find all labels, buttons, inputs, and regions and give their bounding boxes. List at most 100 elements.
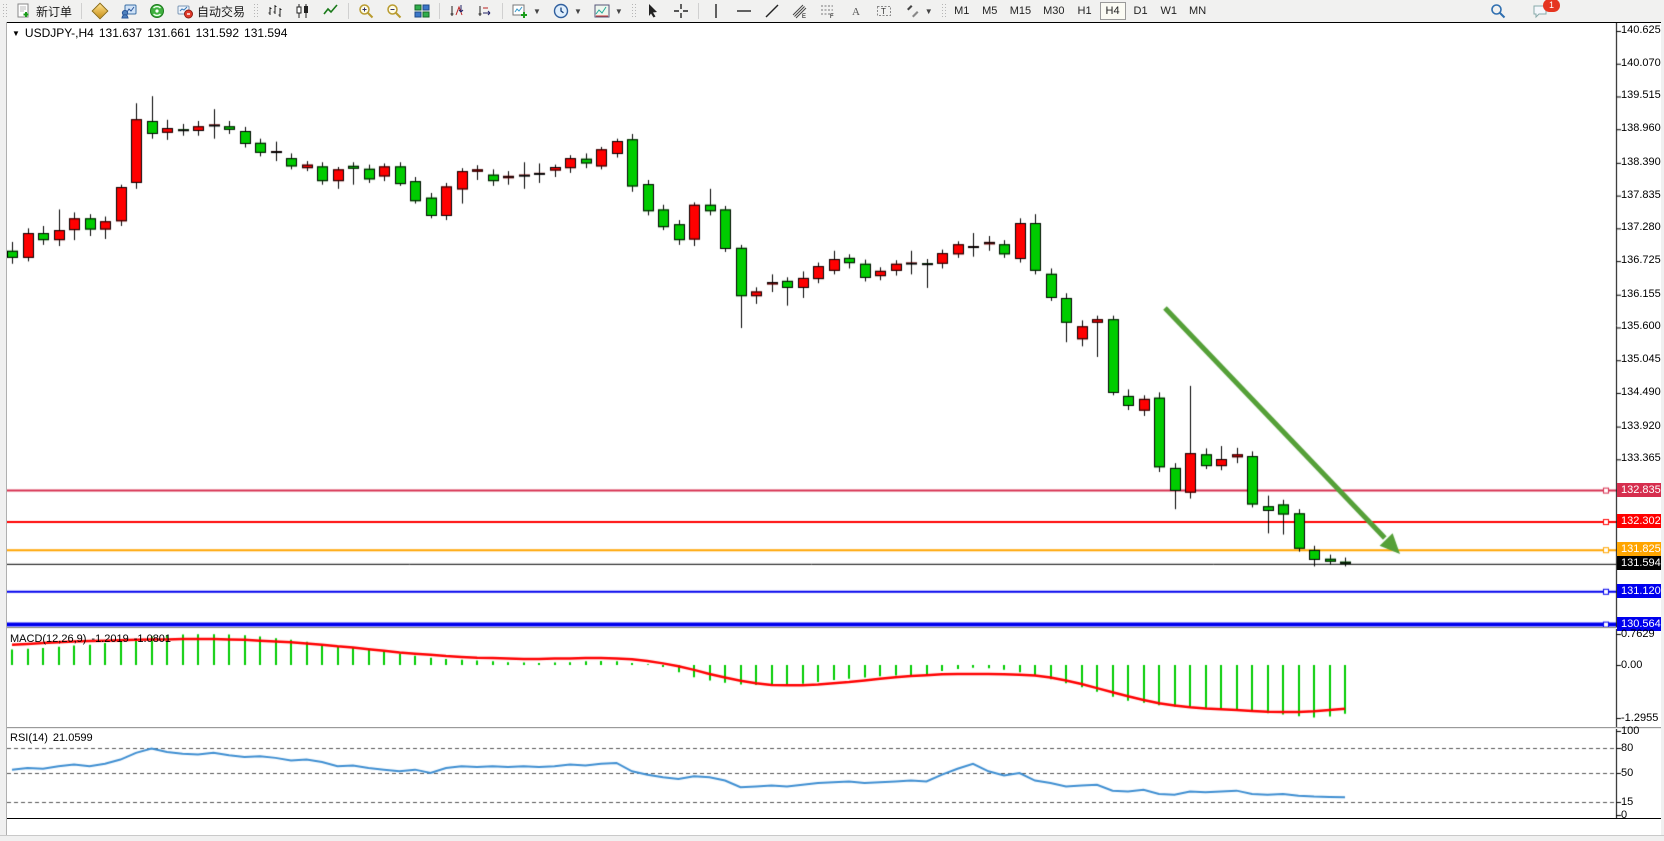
horizontal-line-tool[interactable]	[730, 1, 758, 21]
svg-text:A: A	[852, 6, 860, 18]
crosshair-icon	[673, 3, 689, 19]
trendline-tool[interactable]	[758, 1, 786, 21]
toolbar-right: 1	[1484, 0, 1554, 22]
line-chart-button[interactable]	[317, 1, 345, 21]
collapse-triangle-icon[interactable]: ▼	[12, 29, 20, 38]
new-chart-button[interactable]: ▼	[506, 1, 547, 21]
svg-text:T: T	[881, 7, 886, 16]
search-button[interactable]	[1484, 1, 1512, 21]
vertical-line-tool[interactable]	[702, 1, 730, 21]
arrange-vertical-button[interactable]	[443, 1, 471, 21]
chevron-down-icon: ▼	[574, 7, 582, 16]
main-price-chart[interactable]	[0, 22, 1664, 628]
equidistant-channel-icon: E	[792, 3, 808, 19]
arrows-tool[interactable]: ▼	[898, 1, 939, 21]
symbol-period: USDJPY-,H4	[25, 26, 94, 40]
text-label-icon: T	[876, 3, 892, 19]
new-chart-icon	[512, 3, 528, 19]
timeframe-mn[interactable]: MN	[1184, 2, 1211, 20]
time-axis-line	[0, 818, 1664, 819]
price-axis-tick: 136.725	[1621, 254, 1663, 266]
timeframe-w1[interactable]: W1	[1156, 2, 1183, 20]
navigator-button[interactable]	[143, 1, 171, 21]
price-axis-tick: 137.280	[1621, 221, 1663, 233]
chart-title: ▼ USDJPY-,H4 131.637 131.661 131.592 131…	[12, 26, 287, 40]
data-window-icon	[121, 3, 137, 19]
rsi-axis-tick: 50	[1621, 767, 1663, 779]
text-label-tool[interactable]: T	[870, 1, 898, 21]
rsi-axis-tick: 15	[1621, 796, 1663, 808]
timeframe-m1[interactable]: M1	[949, 2, 975, 20]
macd-axis-tick: -1.2955	[1621, 712, 1663, 724]
mt4-application: 新订单 自动交易	[0, 0, 1664, 841]
auto-trading-label: 自动交易	[197, 3, 245, 20]
arrange-vertical-icon	[449, 3, 465, 19]
new-order-label: 新订单	[36, 3, 72, 20]
bar-chart-button[interactable]	[261, 1, 289, 21]
macd-indicator-chart[interactable]	[0, 629, 1664, 727]
timeframe-h1[interactable]: H1	[1072, 2, 1098, 20]
timeframe-m15[interactable]: M15	[1005, 2, 1036, 20]
svg-text:F: F	[830, 14, 834, 19]
price-axis-tick: 134.490	[1621, 386, 1663, 398]
period-button[interactable]: ▼	[547, 1, 588, 21]
rsi-axis-tick: 100	[1621, 725, 1663, 737]
window-left-edge	[0, 22, 7, 841]
toolbar-grip[interactable]	[941, 3, 947, 19]
equidistant-channel-tool[interactable]: E	[786, 1, 814, 21]
price-axis-tick: 140.625	[1621, 24, 1663, 36]
rsi-indicator-chart[interactable]	[0, 729, 1664, 818]
text-tool[interactable]: A	[842, 1, 870, 21]
price-line-label: 132.302	[1617, 514, 1664, 528]
auto-trading-button[interactable]: 自动交易	[171, 1, 251, 21]
macd-value: -1.2019	[91, 633, 128, 645]
price-axis-tick: 138.390	[1621, 156, 1663, 168]
timeframe-group: M1M5M15M30H1H4D1W1MN	[949, 2, 1211, 20]
ohlc-high: 131.661	[147, 26, 190, 40]
toolbar-grip[interactable]	[2, 3, 8, 19]
price-axis-tick: 133.920	[1621, 420, 1663, 432]
price-line-label: 131.120	[1617, 584, 1664, 598]
market-watch-button[interactable]	[85, 1, 115, 21]
new-order-button[interactable]: 新订单	[10, 1, 78, 21]
timeframe-m5[interactable]: M5	[977, 2, 1003, 20]
search-icon	[1490, 3, 1506, 19]
timeframe-d1[interactable]: D1	[1128, 2, 1154, 20]
current-price-label: 131.594	[1617, 556, 1664, 570]
price-axis-tick: 135.600	[1621, 320, 1663, 332]
line-chart-icon	[323, 3, 339, 19]
cursor-button[interactable]	[639, 1, 667, 21]
rsi-axis-tick: 80	[1621, 742, 1663, 754]
zoom-in-icon	[358, 3, 374, 19]
rsi-label: RSI(14) 21.0599	[10, 732, 93, 744]
macd-axis-tick: 0.00	[1621, 659, 1663, 671]
tile-windows-button[interactable]	[408, 1, 436, 21]
arrange-horizontal-button[interactable]	[471, 1, 499, 21]
data-window-button[interactable]	[115, 1, 143, 21]
price-axis-tick: 138.960	[1621, 122, 1663, 134]
zoom-out-button[interactable]	[380, 1, 408, 21]
candlestick-chart-button[interactable]	[289, 1, 317, 21]
separator	[439, 3, 440, 19]
separator	[698, 3, 699, 19]
timeframe-h4[interactable]: H4	[1100, 2, 1126, 20]
cursor-icon	[645, 3, 661, 19]
toolbar-grip[interactable]	[631, 3, 637, 19]
zoom-in-button[interactable]	[352, 1, 380, 21]
crosshair-button[interactable]	[667, 1, 695, 21]
text-icon: A	[848, 3, 864, 19]
template-button[interactable]: ▼	[588, 1, 629, 21]
chevron-down-icon: ▼	[925, 7, 933, 16]
toolbar-grip[interactable]	[253, 3, 259, 19]
ohlc-close: 131.594	[244, 26, 287, 40]
price-line-label: 131.825	[1617, 542, 1664, 556]
rsi-value: 21.0599	[53, 732, 93, 744]
navigator-icon	[149, 3, 165, 19]
fibonacci-tool[interactable]: F	[814, 1, 842, 21]
horizontal-line-icon	[736, 3, 752, 19]
timeframe-m30[interactable]: M30	[1038, 2, 1069, 20]
separator	[348, 3, 349, 19]
rsi-name: RSI(14)	[10, 732, 48, 744]
price-axis-tick: 136.155	[1621, 288, 1663, 300]
notifications-button[interactable]: 1	[1526, 1, 1554, 21]
